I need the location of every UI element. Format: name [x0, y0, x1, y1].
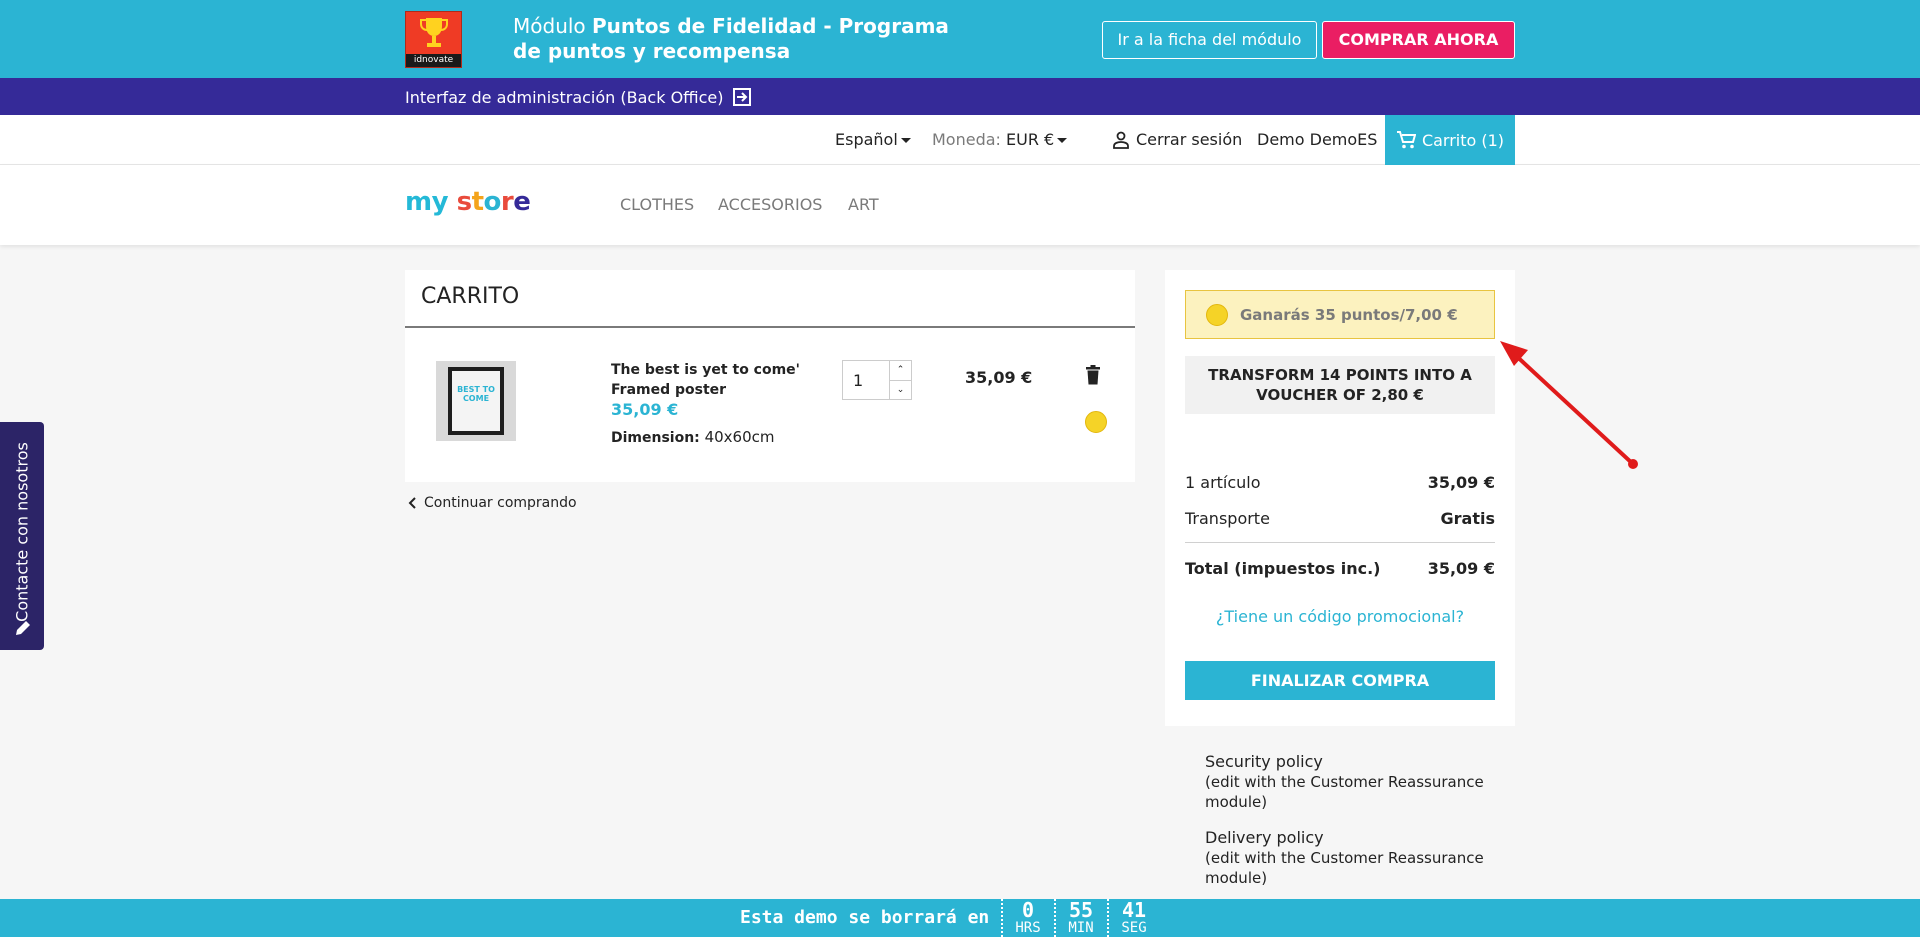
items-value: 35,09 € — [1427, 473, 1495, 492]
divider — [1185, 542, 1495, 543]
quantity-input[interactable] — [842, 360, 890, 400]
menu-art[interactable]: ART — [848, 195, 879, 214]
timer-minutes: 55 MIN — [1054, 899, 1106, 937]
reassurance-title: Delivery policy — [1205, 828, 1324, 847]
logout-link[interactable]: Cerrar sesión — [1112, 130, 1242, 149]
product-name[interactable]: The best is yet to come' Framed poster — [611, 360, 811, 400]
promo-code-link[interactable]: ¿Tiene un código promocional? — [1165, 607, 1515, 626]
caret-down-icon — [900, 138, 911, 143]
cart-icon — [1396, 131, 1416, 149]
store-header: my store CLOTHES ACCESORIOS ART — [0, 165, 1920, 245]
points-text: Ganarás 35 puntos/7,00 € — [1240, 305, 1458, 324]
shipping-row: Transporte Gratis — [1185, 509, 1495, 528]
currency-label: Moneda: — [932, 130, 1001, 149]
top-nav: Español Moneda: EUR € Cerrar sesión Demo… — [0, 115, 1920, 165]
cart-summary: Ganarás 35 puntos/7,00 € TRANSFORM 14 PO… — [1165, 270, 1515, 726]
transform-points-button[interactable]: TRANSFORM 14 POINTS INTO A VOUCHER OF 2,… — [1185, 356, 1495, 414]
quantity-up-icon[interactable]: ⌃ — [890, 361, 911, 380]
quantity-stepper: ⌃ ⌄ — [842, 360, 912, 400]
attribute-value: 40x60cm — [704, 428, 775, 446]
reassurance-title: Security policy — [1205, 752, 1323, 771]
cart-title: CARRITO — [421, 284, 520, 309]
chevron-left-icon — [408, 497, 416, 509]
timer-hours: 0 HRS — [1001, 899, 1053, 937]
reassurance-sub: (edit with the Customer Reassurance modu… — [1205, 849, 1484, 887]
reassurance-block: Delivery policy (edit with the Customer … — [1165, 828, 1505, 888]
continue-shopping-link[interactable]: Continuar comprando — [408, 495, 577, 511]
cart-panel: CARRITO BEST TO COME The best is yet to … — [405, 270, 1135, 482]
caret-down-icon — [1057, 138, 1068, 143]
module-page-button[interactable]: Ir a la ficha del módulo — [1102, 21, 1317, 59]
total-label: Total (impuestos inc.) — [1185, 559, 1381, 578]
product-attribute: Dimension: 40x60cm — [611, 428, 775, 446]
pencil-icon — [16, 621, 30, 635]
module-banner: idnovate Módulo Puntos de Fidelidad - Pr… — [0, 0, 1920, 78]
logout-label: Cerrar sesión — [1136, 130, 1243, 149]
line-total: 35,09 € — [965, 368, 1033, 387]
back-office-link[interactable]: Interfaz de administración (Back Office) — [405, 87, 752, 107]
user-icon — [1113, 131, 1129, 149]
subtotal-row: 1 artículo 35,09 € — [1185, 473, 1495, 492]
cart-label: Carrito (1) — [1421, 130, 1505, 150]
contact-tab[interactable]: Contacte con nosotros — [0, 422, 44, 650]
divider — [405, 326, 1135, 328]
quantity-down-icon[interactable]: ⌄ — [890, 379, 911, 400]
attribute-label: Dimension: — [611, 430, 700, 446]
product-thumbnail[interactable]: BEST TO COME — [436, 361, 516, 441]
timer-seconds-label: SEG — [1121, 920, 1147, 936]
demo-timer-bar: Esta demo se borrará en 0 HRS 55 MIN 41 … — [0, 899, 1920, 937]
timer-minutes-label: MIN — [1068, 920, 1094, 936]
contact-tab-label: Contacte con nosotros — [12, 442, 32, 622]
store-logo[interactable]: my store — [405, 187, 531, 217]
coin-icon — [1206, 303, 1228, 326]
module-title-prefix: Módulo — [513, 14, 593, 38]
shipping-label: Transporte — [1185, 509, 1270, 528]
annotation-arrow — [1500, 341, 1638, 469]
currency-value: EUR € — [1006, 130, 1055, 149]
timer-seconds: 41 SEG — [1107, 899, 1159, 937]
shipping-value: Gratis — [1440, 509, 1495, 528]
product-price: 35,09 € — [611, 400, 679, 419]
menu-accesorios[interactable]: ACCESORIOS — [718, 195, 822, 214]
total-value: 35,09 € — [1427, 559, 1495, 578]
poster-frame: BEST TO COME — [448, 367, 504, 435]
buy-now-button[interactable]: COMPRAR AHORA — [1322, 21, 1515, 59]
module-title: Módulo Puntos de Fidelidad - Programa de… — [513, 14, 983, 64]
language-selector[interactable]: Español — [835, 130, 911, 149]
reassurance-block: Security policy (edit with the Customer … — [1165, 752, 1505, 812]
idnovate-logo[interactable]: idnovate — [405, 11, 462, 68]
login-icon — [732, 88, 751, 106]
total-row: Total (impuestos inc.) 35,09 € — [1185, 559, 1495, 578]
loyalty-points-box: Ganarás 35 puntos/7,00 € — [1185, 290, 1495, 339]
reassurance-sub: (edit with the Customer Reassurance modu… — [1205, 773, 1484, 811]
account-link[interactable]: Demo DemoES — [1257, 130, 1377, 149]
logo-brand-text: idnovate — [406, 54, 461, 67]
timer-minutes-value: 55 — [1068, 898, 1094, 922]
demo-timer-text: Esta demo se borrará en — [740, 907, 990, 928]
items-label: 1 artículo — [1185, 473, 1261, 492]
quantity-spin: ⌃ ⌄ — [890, 360, 912, 400]
menu-clothes[interactable]: CLOTHES — [620, 195, 694, 214]
language-value: Español — [835, 130, 898, 149]
back-office-label: Interfaz de administración (Back Office) — [405, 87, 724, 107]
cart-button[interactable]: Carrito (1) — [1385, 115, 1515, 165]
trash-icon[interactable] — [1085, 365, 1101, 385]
poster-art: BEST TO COME — [452, 371, 500, 431]
timer-seconds-value: 41 — [1121, 898, 1147, 922]
coin-icon — [1085, 411, 1107, 433]
timer-hours-value: 0 — [1021, 898, 1035, 922]
checkout-button[interactable]: FINALIZAR COMPRA — [1185, 661, 1495, 700]
trophy-icon — [420, 18, 448, 47]
admin-bar: Interfaz de administración (Back Office) — [0, 78, 1920, 115]
continue-label: Continuar comprando — [424, 495, 577, 511]
currency-selector[interactable]: Moneda: EUR € — [932, 130, 1068, 149]
timer-hours-label: HRS — [1015, 920, 1041, 936]
